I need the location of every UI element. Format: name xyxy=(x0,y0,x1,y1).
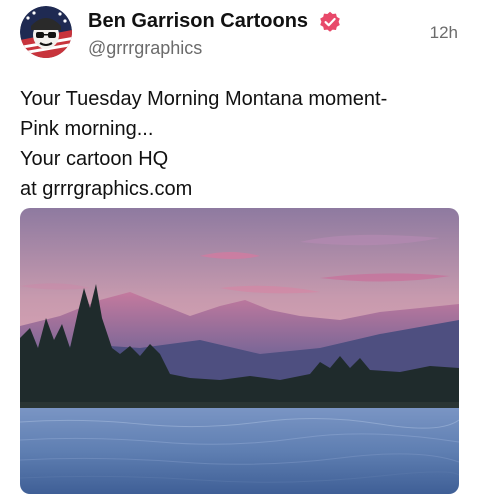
cartoon-man-avatar-icon xyxy=(20,6,72,58)
post-image[interactable] xyxy=(20,208,459,494)
mountain-lake-photo xyxy=(20,208,459,494)
post-text-line: Your cartoon HQ xyxy=(20,148,169,170)
verified-badge-icon[interactable] xyxy=(319,11,341,33)
post-card: Ben Garrison Cartoons @grrrgraphics 12h … xyxy=(0,0,479,500)
avatar[interactable] xyxy=(20,6,72,58)
author-handle[interactable]: @grrrgraphics xyxy=(88,38,202,59)
post-text: Your Tuesday Morning Montana moment- Pin… xyxy=(20,84,460,204)
post-text-line: at grrrgraphics.com xyxy=(20,178,193,200)
post-text-line: Your Tuesday Morning Montana moment- xyxy=(20,88,388,110)
post-timestamp[interactable]: 12h xyxy=(430,23,458,43)
post-text-line: Pink morning... xyxy=(20,118,154,140)
author-name[interactable]: Ben Garrison Cartoons xyxy=(88,10,308,33)
